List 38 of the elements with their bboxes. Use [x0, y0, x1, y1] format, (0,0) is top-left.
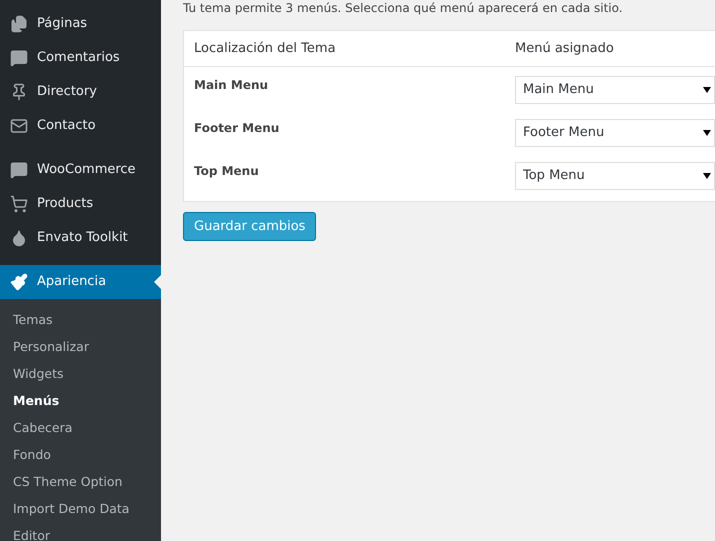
drop-icon — [10, 229, 28, 247]
menu-select[interactable]: Main Menu — [515, 76, 715, 104]
submenu-item[interactable]: Menús — [0, 388, 161, 415]
pages-icon — [10, 15, 28, 33]
submenu-item[interactable]: Temas — [0, 307, 161, 334]
sidebar-item[interactable]: Comentarios — [0, 41, 161, 75]
pointer-icon — [154, 275, 161, 289]
caret-icon — [703, 87, 711, 93]
comment-icon — [10, 49, 28, 67]
sidebar-item[interactable]: Páginas — [0, 7, 161, 41]
submenu-item[interactable]: Editor — [0, 523, 161, 541]
column-header: Localización del Tema — [193, 40, 337, 58]
submenu-item[interactable]: CS Theme Option — [0, 469, 161, 496]
location-label: Top Menu — [193, 163, 260, 180]
cart-icon — [10, 195, 28, 213]
caret-icon — [703, 130, 711, 136]
caret-icon — [703, 173, 711, 179]
menu-select[interactable]: Footer Menu — [515, 119, 715, 147]
paintbrush-icon — [10, 273, 28, 291]
sidebar-item[interactable]: Directory — [0, 75, 161, 109]
submenu-item[interactable]: Personalizar — [0, 334, 161, 361]
pin-icon — [10, 83, 28, 101]
location-label: Main Menu — [193, 77, 270, 94]
sidebar-item[interactable]: WooCommerce — [0, 153, 161, 187]
location-label: Footer Menu — [193, 120, 280, 137]
sidebar-item[interactable]: Contacto — [0, 109, 161, 143]
column-header: Menú asignado — [515, 40, 614, 58]
submenu-item[interactable]: Widgets — [0, 361, 161, 388]
sidebar-item[interactable]: Apariencia — [0, 265, 161, 299]
intro-text: Tu tema permite 3 menús. Selecciona qué menú aparecerá en cada sitio. — [183, 0, 624, 17]
sidebar-item[interactable]: Envato Toolkit — [0, 221, 161, 255]
speech-bubble-icon — [10, 161, 28, 179]
mail-icon — [10, 117, 28, 135]
sidebar-item[interactable]: Products — [0, 187, 161, 221]
submenu-item[interactable]: Fondo — [0, 442, 161, 469]
submenu-item[interactable]: Import Demo Data — [0, 496, 161, 523]
menu-select[interactable]: Top Menu — [515, 162, 715, 190]
submenu-item[interactable]: Cabecera — [0, 415, 161, 442]
